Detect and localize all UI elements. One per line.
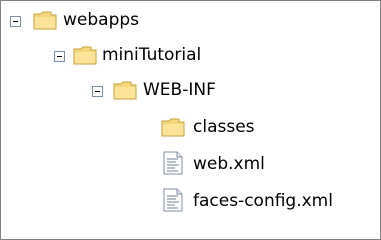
collapse-toggle[interactable] [54,51,65,62]
folder-icon [73,46,97,65]
tree-node-label: miniTutorial [102,45,202,65]
xml-file-icon [163,151,183,175]
tree-node-web-xml[interactable]: web.xml [161,151,321,179]
tree-node-label: WEB-INF [143,80,216,100]
tree-node-label: webapps [63,10,140,30]
folder-icon [161,118,185,137]
folder-icon [113,81,137,100]
tree-node-label: classes [193,117,255,137]
tree-node-classes[interactable]: classes [161,114,321,142]
collapse-toggle[interactable] [10,16,21,27]
tree-node-label: web.xml [193,154,265,174]
tree-node-faces-config-xml[interactable]: faces-config.xml [161,188,376,216]
folder-icon [33,11,57,30]
collapse-toggle[interactable] [92,86,103,97]
file-tree: webapps miniTutorial WEB-INF classes web… [0,0,381,240]
xml-file-icon [163,188,183,212]
tree-node-webapps[interactable]: webapps [7,7,207,35]
tree-node-minitutorial[interactable]: miniTutorial [51,42,271,70]
tree-node-label: faces-config.xml [193,191,333,211]
tree-node-web-inf[interactable]: WEB-INF [89,77,289,105]
